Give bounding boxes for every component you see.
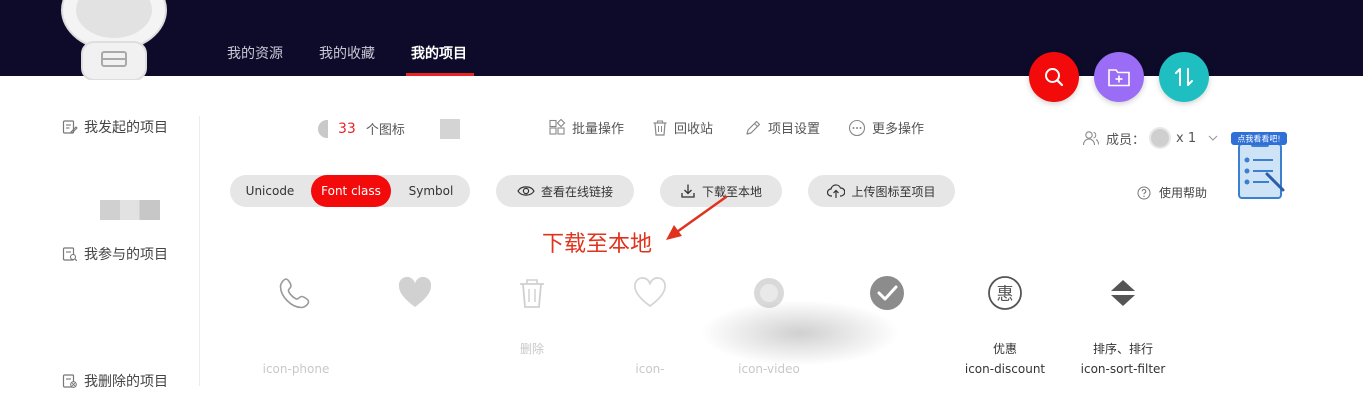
promo-label: 点我看看吧! bbox=[1237, 134, 1280, 144]
icon-card[interactable]: 惠 优惠 icon-discount bbox=[950, 270, 1060, 378]
more-icon bbox=[848, 119, 866, 136]
upload-icons-label: 上传图标至项目 bbox=[851, 184, 936, 199]
members-label: 成员： bbox=[1106, 132, 1146, 148]
batch-operation-button[interactable]: 批量操作 bbox=[548, 118, 624, 137]
phone-icon bbox=[279, 278, 310, 309]
trash-icon bbox=[520, 279, 544, 308]
active-tab-indicator bbox=[406, 73, 474, 76]
member-avatar bbox=[1149, 127, 1172, 149]
cloud-upload-icon bbox=[827, 184, 846, 198]
discount-icon: 惠 bbox=[988, 276, 1022, 310]
help-guide-badge[interactable]: 点我看看吧! bbox=[1229, 130, 1293, 202]
icon-code bbox=[360, 362, 470, 378]
sidebar-item-my-initiated[interactable]: 我发起的项目 bbox=[62, 117, 168, 137]
tab-unicode[interactable]: Unicode bbox=[238, 175, 302, 207]
icon-name bbox=[241, 340, 351, 356]
batch-icon bbox=[549, 118, 566, 135]
more-actions-button[interactable]: 更多操作 bbox=[848, 118, 924, 137]
sidebar-divider bbox=[199, 116, 200, 386]
icon-count-label: 个图标 bbox=[365, 123, 405, 138]
icon-code bbox=[477, 362, 587, 378]
more-actions-label: 更多操作 bbox=[872, 122, 925, 137]
heart-outline-icon bbox=[634, 277, 666, 308]
eye-icon bbox=[517, 186, 535, 196]
sort-filter-icon bbox=[1111, 280, 1135, 306]
project-settings-button[interactable]: 项目设置 bbox=[744, 118, 820, 137]
question-icon bbox=[1137, 186, 1151, 199]
icon-code: icon-phone bbox=[262, 362, 330, 376]
icon-name: 优惠 bbox=[992, 342, 1017, 356]
icon-count: 33 个图标 bbox=[318, 119, 405, 138]
recycle-bin-label: 回收站 bbox=[674, 122, 714, 137]
folder-plus-icon bbox=[1108, 69, 1130, 87]
sidebar-item-my-deleted[interactable]: 我删除的项目 bbox=[62, 371, 168, 391]
icon-card[interactable]: 排序、排行 icon-sort-filter bbox=[1068, 270, 1178, 378]
upload-icons-button[interactable]: 上传图标至项目 bbox=[808, 175, 955, 207]
search-doc-icon bbox=[62, 247, 78, 262]
sidebar-item-label: 我删除的项目 bbox=[84, 374, 168, 390]
icon-name bbox=[595, 340, 705, 356]
icon-code: icon- bbox=[635, 362, 665, 376]
trash-icon bbox=[653, 119, 667, 136]
view-online-link-label: 查看在线链接 bbox=[540, 184, 613, 199]
tab-my-resources[interactable]: 我的资源 bbox=[227, 43, 283, 63]
project-settings-label: 项目设置 bbox=[768, 122, 821, 137]
icon-card[interactable]: icon- bbox=[595, 270, 705, 378]
sidebar-item-label: 我参与的项目 bbox=[84, 247, 168, 263]
sidebar-item-label: 我发起的项目 bbox=[84, 120, 168, 136]
icon-name: 删除 bbox=[519, 342, 544, 356]
annotation-arrow-icon bbox=[666, 195, 728, 240]
svg-text:惠: 惠 bbox=[997, 285, 1014, 305]
chevron-down-icon bbox=[1208, 135, 1218, 141]
project-thumbnail bbox=[318, 119, 328, 138]
view-online-link-button[interactable]: 查看在线链接 bbox=[496, 175, 634, 207]
members-icon bbox=[1082, 131, 1099, 146]
help-label: 使用帮助 bbox=[1159, 186, 1208, 200]
pencil-icon bbox=[746, 120, 761, 135]
new-project-button[interactable] bbox=[1094, 52, 1144, 102]
icon-card[interactable]: icon-phone bbox=[241, 270, 351, 378]
delete-doc-icon bbox=[62, 374, 77, 388]
annotation-text: 下载至本地 bbox=[542, 232, 653, 257]
search-button[interactable] bbox=[1029, 52, 1079, 102]
tab-font-class[interactable]: Font class bbox=[311, 175, 391, 207]
tab-my-favorites[interactable]: 我的收藏 bbox=[319, 43, 375, 63]
icon-card[interactable] bbox=[360, 270, 470, 378]
recycle-bin-button[interactable]: 回收站 bbox=[652, 118, 713, 137]
help-link[interactable]: 使用帮助 bbox=[1137, 184, 1207, 201]
tab-my-projects[interactable]: 我的项目 bbox=[411, 43, 467, 63]
batch-operation-label: 批量操作 bbox=[572, 122, 625, 137]
code-format-toggle: Unicode Font class Symbol bbox=[230, 175, 470, 207]
robot-avatar-icon[interactable] bbox=[60, 0, 168, 80]
top-navbar bbox=[0, 0, 1363, 76]
sidebar-item-my-joined[interactable]: 我参与的项目 bbox=[62, 244, 168, 264]
sort-icon bbox=[1175, 68, 1193, 86]
sort-button[interactable] bbox=[1159, 52, 1209, 102]
icon-name bbox=[360, 340, 470, 356]
blurred-region bbox=[700, 300, 900, 366]
search-icon bbox=[1045, 68, 1064, 87]
tab-symbol[interactable]: Symbol bbox=[398, 175, 464, 207]
icon-card[interactable]: 删除 bbox=[477, 270, 587, 378]
icon-count-number: 33 bbox=[338, 120, 356, 137]
icon-name: 排序、排行 bbox=[1092, 342, 1153, 356]
blurred-placeholder bbox=[440, 119, 460, 139]
blurred-placeholder bbox=[100, 200, 160, 220]
members-count: x 1 bbox=[1176, 130, 1197, 146]
icon-code: icon-sort-filter bbox=[1080, 362, 1166, 376]
heart-filled-icon bbox=[398, 276, 432, 307]
icon-code: icon-discount bbox=[964, 362, 1046, 376]
members-selector[interactable]: 成员： x 1 bbox=[1082, 127, 1218, 149]
edit-doc-icon bbox=[62, 120, 78, 134]
